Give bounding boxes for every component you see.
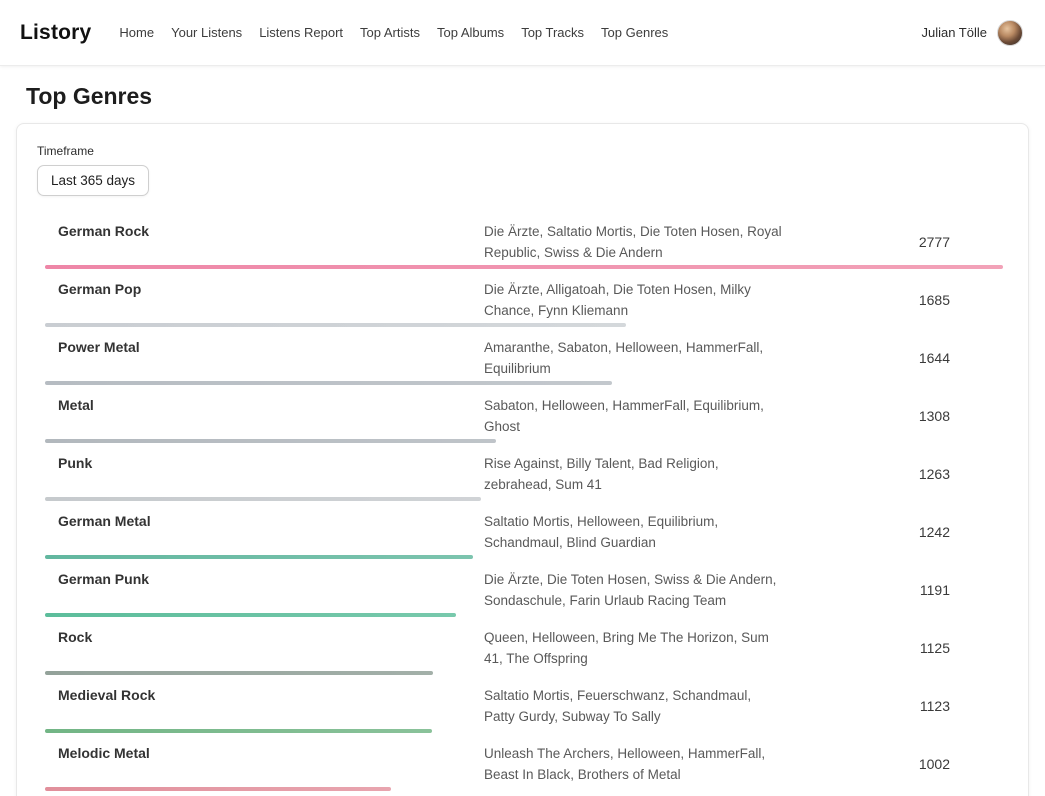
genre-row[interactable]: German Punk Die Ärzte, Die Toten Hosen, …: [45, 559, 1003, 617]
nav-link-home[interactable]: Home: [119, 25, 154, 40]
genre-name: Punk: [58, 453, 484, 471]
genre-row[interactable]: German Metal Saltatio Mortis, Helloween,…: [45, 501, 1003, 559]
genre-count: 1263: [784, 466, 1003, 482]
genre-artists: Queen, Helloween, Bring Me The Horizon, …: [484, 627, 784, 669]
genre-artists: Unleash The Archers, Helloween, HammerFa…: [484, 743, 784, 785]
genre-name: Rock: [58, 627, 484, 645]
genre-row[interactable]: Medieval Rock Saltatio Mortis, Feuerschw…: [45, 675, 1003, 733]
genre-row-content: German Indie Bukahara, Käptn Peng, KYTES…: [45, 791, 1003, 796]
genre-row-content: Power Metal Amaranthe, Sabaton, Hellowee…: [45, 327, 1003, 379]
genre-count: 1242: [784, 524, 1003, 540]
genre-artists: Die Ärzte, Saltatio Mortis, Die Toten Ho…: [484, 221, 784, 263]
nav-link-your-listens[interactable]: Your Listens: [171, 25, 242, 40]
timeframe-label: Timeframe: [37, 144, 1008, 158]
genre-row[interactable]: German Rock Die Ärzte, Saltatio Mortis, …: [45, 211, 1003, 269]
genre-row[interactable]: Melodic Metal Unleash The Archers, Hello…: [45, 733, 1003, 791]
genre-row-content: Punk Rise Against, Billy Talent, Bad Rel…: [45, 443, 1003, 495]
top-genres-card: Timeframe Last 365 days German Rock Die …: [16, 123, 1029, 796]
genre-name: German Metal: [58, 511, 484, 529]
genre-count: 2777: [784, 234, 1003, 250]
genre-row-content: Metal Sabaton, Helloween, HammerFall, Eq…: [45, 385, 1003, 437]
genre-artists: Saltatio Mortis, Helloween, Equilibrium,…: [484, 511, 784, 553]
genre-row[interactable]: Rock Queen, Helloween, Bring Me The Hori…: [45, 617, 1003, 675]
nav-links: Home Your Listens Listens Report Top Art…: [119, 25, 668, 40]
genre-row-content: German Metal Saltatio Mortis, Helloween,…: [45, 501, 1003, 553]
genre-row-content: German Punk Die Ärzte, Die Toten Hosen, …: [45, 559, 1003, 611]
genre-row[interactable]: Metal Sabaton, Helloween, HammerFall, Eq…: [45, 385, 1003, 443]
genre-row-content: Medieval Rock Saltatio Mortis, Feuerschw…: [45, 675, 1003, 727]
genre-table: German Rock Die Ärzte, Saltatio Mortis, …: [45, 211, 1003, 796]
genre-count: 1123: [784, 698, 1003, 714]
user-name[interactable]: Julian Tölle: [921, 25, 987, 40]
top-nav: Listory Home Your Listens Listens Report…: [0, 0, 1045, 66]
user-avatar[interactable]: [997, 20, 1023, 46]
genre-row[interactable]: Power Metal Amaranthe, Sabaton, Hellowee…: [45, 327, 1003, 385]
genre-count: 1685: [784, 292, 1003, 308]
genre-count: 1125: [784, 640, 1003, 656]
genre-artists: Saltatio Mortis, Feuerschwanz, Schandmau…: [484, 685, 784, 727]
nav-link-top-albums[interactable]: Top Albums: [437, 25, 504, 40]
genre-row[interactable]: Punk Rise Against, Billy Talent, Bad Rel…: [45, 443, 1003, 501]
genre-row-content: Rock Queen, Helloween, Bring Me The Hori…: [45, 617, 1003, 669]
page-title: Top Genres: [0, 83, 1045, 110]
genre-name: Medieval Rock: [58, 685, 484, 703]
nav-link-listens-report[interactable]: Listens Report: [259, 25, 343, 40]
genre-row-content: German Rock Die Ärzte, Saltatio Mortis, …: [45, 211, 1003, 263]
genre-row[interactable]: German Pop Die Ärzte, Alligatoah, Die To…: [45, 269, 1003, 327]
genre-row[interactable]: German Indie Bukahara, Käptn Peng, KYTES…: [45, 791, 1003, 796]
nav-user-area: Julian Tölle: [921, 20, 1023, 46]
genre-row-content: German Pop Die Ärzte, Alligatoah, Die To…: [45, 269, 1003, 321]
timeframe-select-button[interactable]: Last 365 days: [37, 165, 149, 196]
genre-name: German Punk: [58, 569, 484, 587]
genre-artists: Amaranthe, Sabaton, Helloween, HammerFal…: [484, 337, 784, 379]
genre-artists: Die Ärzte, Alligatoah, Die Toten Hosen, …: [484, 279, 784, 321]
genre-artists: Rise Against, Billy Talent, Bad Religion…: [484, 453, 784, 495]
genre-name: German Rock: [58, 221, 484, 239]
genre-name: Melodic Metal: [58, 743, 484, 761]
genre-name: German Pop: [58, 279, 484, 297]
genre-count: 1308: [784, 408, 1003, 424]
genre-count: 1002: [784, 756, 1003, 772]
genre-count: 1191: [784, 582, 1003, 598]
nav-link-top-tracks[interactable]: Top Tracks: [521, 25, 584, 40]
genre-name: Power Metal: [58, 337, 484, 355]
genre-row-content: Melodic Metal Unleash The Archers, Hello…: [45, 733, 1003, 785]
genre-artists: Sabaton, Helloween, HammerFall, Equilibr…: [484, 395, 784, 437]
genre-name: Metal: [58, 395, 484, 413]
nav-link-top-genres[interactable]: Top Genres: [601, 25, 668, 40]
genre-count: 1644: [784, 350, 1003, 366]
app-logo[interactable]: Listory: [20, 21, 91, 45]
nav-link-top-artists[interactable]: Top Artists: [360, 25, 420, 40]
genre-artists: Die Ärzte, Die Toten Hosen, Swiss & Die …: [484, 569, 784, 611]
